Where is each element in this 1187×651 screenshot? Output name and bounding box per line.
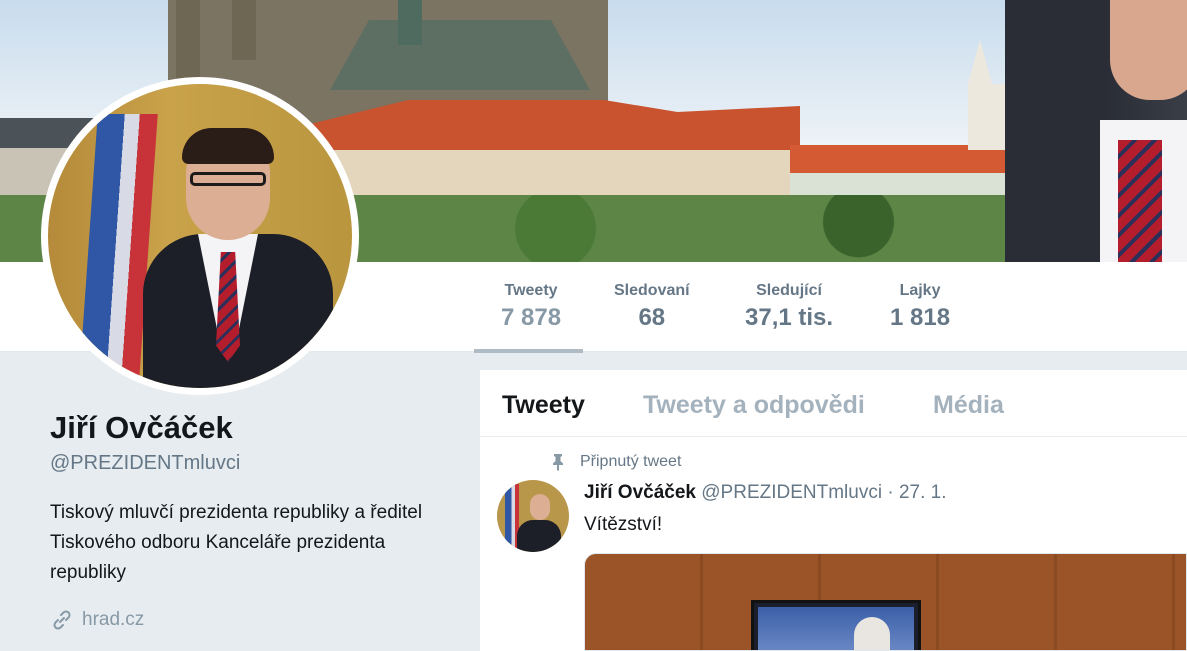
- avatar-hair: [182, 128, 274, 164]
- timeline: Tweety Tweety a odpovědi Média Připnutý …: [480, 370, 1187, 651]
- profile-handle[interactable]: @PREZIDENTmluvci: [50, 452, 240, 475]
- profile-website[interactable]: hrad.cz: [50, 608, 144, 632]
- media-tv: [751, 600, 921, 650]
- media-tv-person: [854, 617, 890, 650]
- tweet-handle[interactable]: @PREZIDENTmluvci: [701, 482, 882, 503]
- media-tv-screen: [758, 607, 914, 650]
- stat-value: 1 818: [890, 304, 951, 331]
- pinned-tweet-label: Připnutý tweet: [548, 452, 681, 472]
- banner-cathedral-roof: [330, 20, 590, 90]
- profile-link-text[interactable]: hrad.cz: [82, 609, 144, 631]
- tab-tweets[interactable]: Tweety: [502, 391, 585, 420]
- stat-likes[interactable]: Lajky 1 818: [890, 282, 950, 332]
- tweet-avatar-suit: [517, 520, 561, 552]
- stat-label: Tweety: [504, 282, 558, 299]
- tweet-separator: ·: [887, 482, 894, 503]
- profile-avatar[interactable]: [41, 77, 359, 395]
- stat-value: 7 878: [501, 304, 562, 331]
- tweet-avatar[interactable]: [497, 480, 569, 552]
- pin-icon: [553, 454, 563, 471]
- stat-value: 37,1 tis.: [745, 304, 834, 331]
- stat-followers[interactable]: Sledující 37,1 tis.: [745, 282, 833, 332]
- stat-label: Lajky: [899, 282, 941, 299]
- profile-bio: Tiskový mluvčí prezidenta republiky a ře…: [50, 502, 423, 583]
- tweet-media-image[interactable]: [584, 553, 1187, 651]
- pinned-text: Připnutý tweet: [580, 453, 682, 470]
- tweet-header: Jiří Ovčáček @PREZIDENTmluvci · 27. 1.: [584, 482, 947, 504]
- tweet-date[interactable]: 27. 1.: [899, 482, 947, 503]
- stat-following[interactable]: Sledovaní 68: [614, 282, 690, 332]
- link-icon: [53, 610, 71, 630]
- banner-spire: [232, 0, 256, 60]
- stat-label: Sledovaní: [614, 282, 690, 299]
- tweet-text: Vítězství!: [584, 514, 663, 535]
- banner-spire: [176, 0, 200, 80]
- timeline-tabs: Tweety Tweety a odpovědi Média: [480, 370, 1187, 437]
- banner-spire: [398, 0, 422, 45]
- tweet-avatar-head: [530, 494, 550, 520]
- stat-value: 68: [638, 304, 666, 331]
- banner-person-face: [1110, 0, 1187, 100]
- tab-media[interactable]: Média: [933, 391, 1004, 420]
- banner-person-tie: [1118, 140, 1162, 262]
- stat-label: Sledující: [756, 282, 822, 299]
- active-tab-indicator: [474, 349, 584, 353]
- profile-name[interactable]: Jiří Ovčáček: [50, 410, 233, 446]
- tab-tweets-and-replies[interactable]: Tweety a odpovědi: [643, 391, 865, 420]
- avatar-glasses: [190, 172, 266, 186]
- stat-tweets[interactable]: Tweety 7 878: [474, 282, 584, 353]
- avatar-image: [48, 84, 352, 388]
- tweet-author[interactable]: Jiří Ovčáček: [584, 482, 696, 503]
